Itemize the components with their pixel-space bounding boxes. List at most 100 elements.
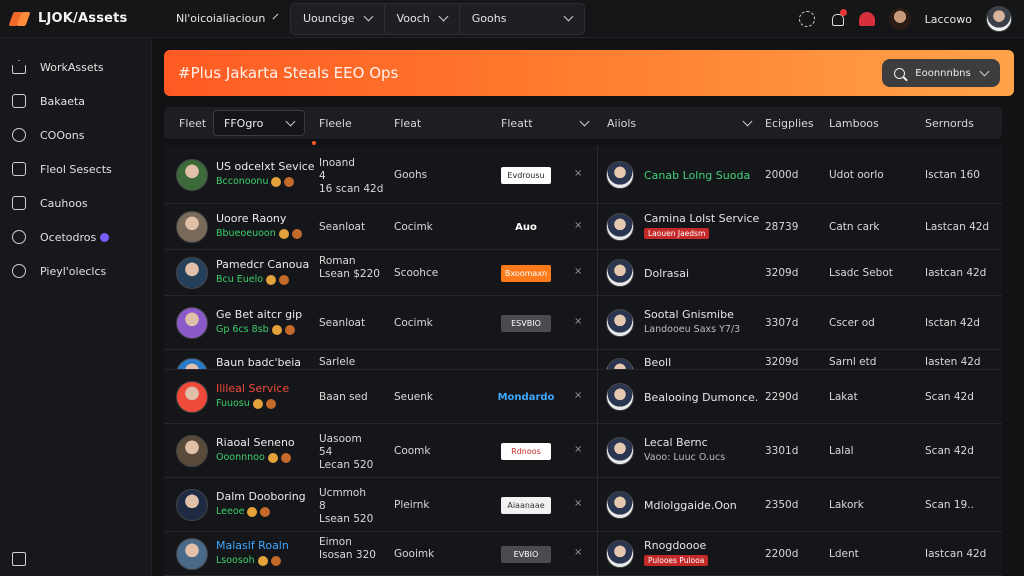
sidebar-item-bakaeta[interactable]: Bakaeta: [0, 84, 151, 118]
row-avatar[interactable]: [176, 381, 208, 413]
row-avatar[interactable]: [176, 358, 208, 369]
row-name-cell[interactable]: Uoore Raony Bbueoeuoon: [216, 212, 302, 239]
asset-avatar[interactable]: [606, 540, 634, 568]
asset-avatar[interactable]: [606, 358, 634, 369]
asset-avatar[interactable]: [606, 309, 634, 337]
row-col-fleat: Pleirnk: [394, 499, 430, 511]
sidebar-item-label: Cauhoos: [40, 196, 88, 210]
column-header[interactable]: Fleele: [319, 107, 352, 139]
row-col-fleat: Coomk: [394, 445, 431, 457]
remove-icon[interactable]: ×: [574, 168, 582, 179]
table-row[interactable]: Baun badc'beia Sarlele Beoll 3209d Sarnl etd…: [164, 350, 1002, 370]
asset-cell[interactable]: Bealooing Dumonce.: [644, 391, 758, 404]
row-value-lamboos: Lakork: [829, 499, 864, 511]
bell-icon[interactable]: [829, 9, 847, 27]
sidebar-item-workassets[interactable]: WorkAssets: [0, 50, 151, 84]
row-name-cell[interactable]: Pamedcr Canoua Bcu Euelo: [216, 258, 309, 285]
user-name[interactable]: Laccowo: [925, 13, 972, 26]
asset-avatar[interactable]: [606, 213, 634, 241]
remove-icon[interactable]: ×: [574, 316, 582, 327]
table-row[interactable]: Dalm Dooboring Leeoe Ucmmoh 8 Lsean 520 Pleir…: [164, 478, 1002, 532]
column-divider: [597, 146, 598, 204]
sidebar-item-cauhoos[interactable]: Cauhoos: [0, 186, 151, 220]
table-row[interactable]: US odcelxt Sevice Bcconoonu Inoand 4 16 scan…: [164, 146, 1002, 204]
status-dot-icon: [267, 452, 278, 463]
asset-avatar[interactable]: [606, 491, 634, 519]
row-name-cell[interactable]: Ilileal Service Fuuosu: [216, 382, 289, 409]
top-bar: LJOK/Assets Nl'oicoialiacioun Uouncige V…: [0, 0, 1024, 38]
sidebar-item-ocetodros[interactable]: Ocetodros: [0, 220, 151, 254]
remove-icon[interactable]: ×: [574, 266, 582, 277]
row-avatar[interactable]: [176, 257, 208, 289]
remove-icon[interactable]: ×: [574, 498, 582, 509]
hero-banner: #Plus Jakarta Steals EEO Ops Eoonnnbns: [164, 50, 1014, 96]
table-row[interactable]: Pamedcr Canoua Bcu Euelo Roman Lsean $220 Sc…: [164, 250, 1002, 296]
pin-icon: [12, 264, 26, 278]
sidebar-item-cooons[interactable]: COOons: [0, 118, 151, 152]
row-value-lamboos: Udot oorlo: [829, 169, 884, 181]
asset-cell[interactable]: Lecal Bernc Vaoo: Luuc O.ucs: [644, 436, 725, 463]
table-row[interactable]: Ge Bet aitcr gip Gp 6cs 8sb Seanloat Cocimk…: [164, 296, 1002, 350]
nav-filter-3[interactable]: Goohs: [460, 4, 584, 34]
column-header-sortable[interactable]: Fleatt: [501, 107, 589, 139]
row-avatar[interactable]: [176, 211, 208, 243]
asset-cell[interactable]: Rnogdoooe Pulooes Pulooa: [644, 539, 709, 566]
sidebar-item-pieyl[interactable]: Pieyl'oleclcs: [0, 254, 151, 288]
loading-icon[interactable]: [798, 11, 815, 27]
asset-avatar[interactable]: [606, 161, 634, 189]
remove-icon[interactable]: ×: [574, 390, 582, 401]
row-subtitle: Bcu Euelo: [216, 274, 309, 285]
row-name-cell[interactable]: Malaslf Roaln Lsoosoh: [216, 539, 289, 566]
asset-cell[interactable]: Camina Lolst Service Laouen Jaedsm: [644, 212, 759, 239]
user-avatar[interactable]: [986, 6, 1012, 32]
column-header[interactable]: Fleat: [394, 107, 421, 139]
row-avatar[interactable]: [176, 538, 208, 570]
asset-cell[interactable]: Dolrasai: [644, 267, 689, 280]
secondary-avatar[interactable]: [888, 8, 911, 30]
banner-search-button[interactable]: Eoonnnbns: [882, 59, 1000, 87]
heart-icon[interactable]: [858, 12, 875, 26]
asset-avatar[interactable]: [606, 259, 634, 287]
status-dot-icon: [260, 506, 271, 517]
asset-avatar[interactable]: [606, 383, 634, 411]
asset-cell[interactable]: Beoll: [644, 356, 671, 369]
row-value-ecigplies: 3307d: [765, 317, 799, 329]
row-avatar[interactable]: [176, 159, 208, 191]
table-row[interactable]: Malaslf Roaln Lsoosoh Eimon Isosan 320 Gooim…: [164, 532, 1002, 576]
row-name-cell[interactable]: US odcelxt Sevice Bcconoonu: [216, 160, 315, 187]
row-value-sernords: Iasten 42d: [925, 356, 981, 368]
row-name-cell[interactable]: Riaoal Seneno Ooonnnoo: [216, 436, 295, 463]
column-header[interactable]: Lamboos: [829, 107, 879, 139]
asset-avatar[interactable]: [606, 437, 634, 465]
table-row[interactable]: Riaoal Seneno Ooonnnoo Uasoom 54 Lecan 520 Co…: [164, 424, 1002, 478]
location-select[interactable]: Nl'oicoialiacioun: [164, 4, 282, 34]
remove-icon[interactable]: ×: [574, 547, 582, 558]
calendar-icon: [12, 196, 26, 210]
column-header[interactable]: Ecigplies: [765, 107, 814, 139]
remove-icon[interactable]: ×: [574, 444, 582, 455]
column-header[interactable]: Sernords: [925, 107, 974, 139]
asset-cell[interactable]: Mdlolggaide.Oon: [644, 499, 737, 512]
table-row[interactable]: Uoore Raony Bbueoeuoon Seanloat Cocimk Auo × C…: [164, 204, 1002, 250]
filter-select[interactable]: FFOgro: [213, 110, 305, 136]
row-col-fleele-line2: 54: [319, 446, 333, 458]
row-avatar[interactable]: [176, 307, 208, 339]
table-header-bar: Fleet FFOgro Fleele Fleat Fleatt Aiiols …: [164, 107, 1002, 139]
nav-filter-1[interactable]: Uouncige: [291, 3, 385, 34]
nav-filter-3-label: Goohs: [471, 12, 507, 25]
asset-cell[interactable]: Canab Lolng Suoda: [644, 169, 750, 182]
row-name-cell[interactable]: Baun badc'beia: [216, 356, 301, 369]
row-name-cell[interactable]: Dalm Dooboring Leeoe: [216, 490, 306, 517]
row-avatar[interactable]: [176, 489, 208, 521]
remove-icon[interactable]: ×: [574, 220, 582, 231]
app-logo[interactable]: LJOK/Assets: [0, 11, 152, 27]
asset-cell[interactable]: Sootal Gnismibe Landooeu Saxs Y7/3: [644, 308, 740, 335]
table-row[interactable]: Ilileal Service Fuuosu Baan sed Seuenk Monda…: [164, 370, 1002, 424]
sidebar-item-fleol-sesects[interactable]: Fleol Sesects: [0, 152, 151, 186]
nav-filter-2[interactable]: Vooch: [385, 3, 460, 34]
column-header-sortable[interactable]: Aiiols: [607, 107, 753, 139]
row-value-sernords: Scan 42d: [925, 445, 974, 457]
export-icon[interactable]: [12, 552, 26, 566]
row-avatar[interactable]: [176, 435, 208, 467]
row-name-cell[interactable]: Ge Bet aitcr gip Gp 6cs 8sb: [216, 308, 302, 335]
